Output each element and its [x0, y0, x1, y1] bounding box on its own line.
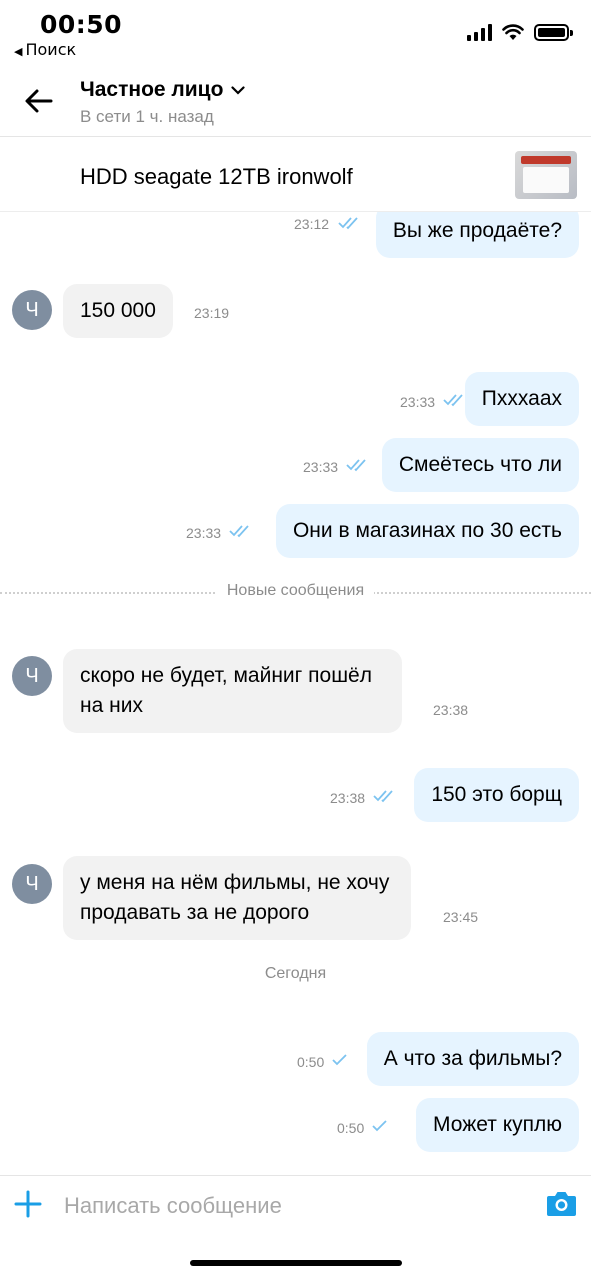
avatar[interactable]: Ч — [12, 656, 52, 696]
message-time: 0:50 — [337, 1120, 365, 1136]
back-triangle-icon: ◀ — [14, 45, 23, 58]
camera-icon[interactable] — [546, 1189, 577, 1217]
status-time: 00:50 — [40, 10, 123, 39]
double-check-icon — [373, 790, 393, 803]
message-time: 0:50 — [297, 1054, 325, 1070]
back-to-search-link[interactable]: ◀ Поиск — [14, 40, 76, 59]
today-divider: Сегодня — [0, 965, 591, 985]
message-text-line: на них — [80, 694, 143, 717]
check-icon — [332, 1054, 347, 1066]
avatar[interactable]: Ч — [12, 864, 52, 904]
status-icons — [467, 24, 573, 41]
new-messages-label: Новые сообщения — [216, 582, 375, 599]
listing-bar[interactable]: HDD seagate 12TB ironwolf — [0, 138, 591, 212]
back-to-search-label: Поиск — [25, 40, 77, 59]
chevron-down-icon — [231, 85, 246, 95]
outgoing-message[interactable]: 150 это борщ — [414, 768, 579, 822]
message-text-line: у меня на нём фильмы, не хочу — [80, 871, 390, 894]
message-text-line: продавать за не дорого — [80, 901, 310, 924]
listing-title: HDD seagate 12TB ironwolf — [80, 164, 353, 189]
message-time: 23:33 — [400, 394, 436, 410]
outgoing-message[interactable]: Смеётесь что ли — [381, 438, 579, 492]
double-check-icon — [443, 394, 463, 407]
outgoing-message[interactable]: А что за фильмы? — [366, 1032, 579, 1086]
message-time: 23:38 — [330, 790, 366, 806]
chat-header: Частное лицо В сети 1 ч. назад — [0, 62, 591, 137]
message-text-line: скоро не будет, майниг пошёл — [80, 664, 372, 687]
today-label: Сегодня — [254, 965, 337, 982]
listing-thumbnail[interactable] — [515, 151, 577, 199]
home-indicator[interactable] — [190, 1260, 402, 1266]
incoming-message[interactable]: скоро не будет, майниг пошёл на них — [63, 649, 402, 733]
double-check-icon — [346, 459, 366, 472]
outgoing-message[interactable]: Может куплю — [416, 1098, 579, 1152]
double-check-icon — [338, 217, 358, 230]
message-time: 23:33 — [186, 525, 222, 541]
incoming-message[interactable]: у меня на нём фильмы, не хочу продавать … — [63, 856, 412, 940]
contact-online-status: В сети 1 ч. назад — [80, 107, 214, 126]
back-arrow-icon[interactable] — [22, 84, 56, 118]
message-input[interactable] — [64, 1188, 524, 1224]
message-time: 23:12 — [294, 216, 330, 232]
plus-icon[interactable] — [14, 1190, 42, 1218]
message-time: 23:33 — [303, 459, 339, 475]
contact-name: Частное лицо — [80, 78, 224, 101]
check-icon — [372, 1120, 387, 1132]
battery-icon — [534, 24, 573, 41]
message-time: 23:19 — [194, 305, 230, 321]
incoming-message[interactable]: 150 000 — [63, 284, 173, 338]
wifi-icon — [502, 24, 524, 40]
outgoing-message[interactable]: Они в магазинах по 30 есть — [275, 504, 579, 558]
status-bar: 00:50 ◀ Поиск — [0, 0, 591, 62]
message-composer — [0, 1175, 591, 1235]
message-time: 23:38 — [433, 702, 469, 718]
outgoing-message[interactable]: Пхххаах — [464, 372, 579, 426]
double-check-icon — [229, 525, 249, 538]
outgoing-message[interactable]: Вы же продаёте? — [375, 212, 579, 258]
new-messages-divider: Новые сообщения — [0, 582, 591, 602]
avatar[interactable]: Ч — [12, 290, 52, 330]
message-time: 23:45 — [443, 909, 479, 925]
chat-messages[interactable]: Вы же продаёте? 23:12 Ч 150 000 23:19 Пх… — [0, 212, 591, 1174]
contact-name-button[interactable]: Частное лицо — [80, 78, 246, 102]
signal-icon — [467, 24, 492, 41]
